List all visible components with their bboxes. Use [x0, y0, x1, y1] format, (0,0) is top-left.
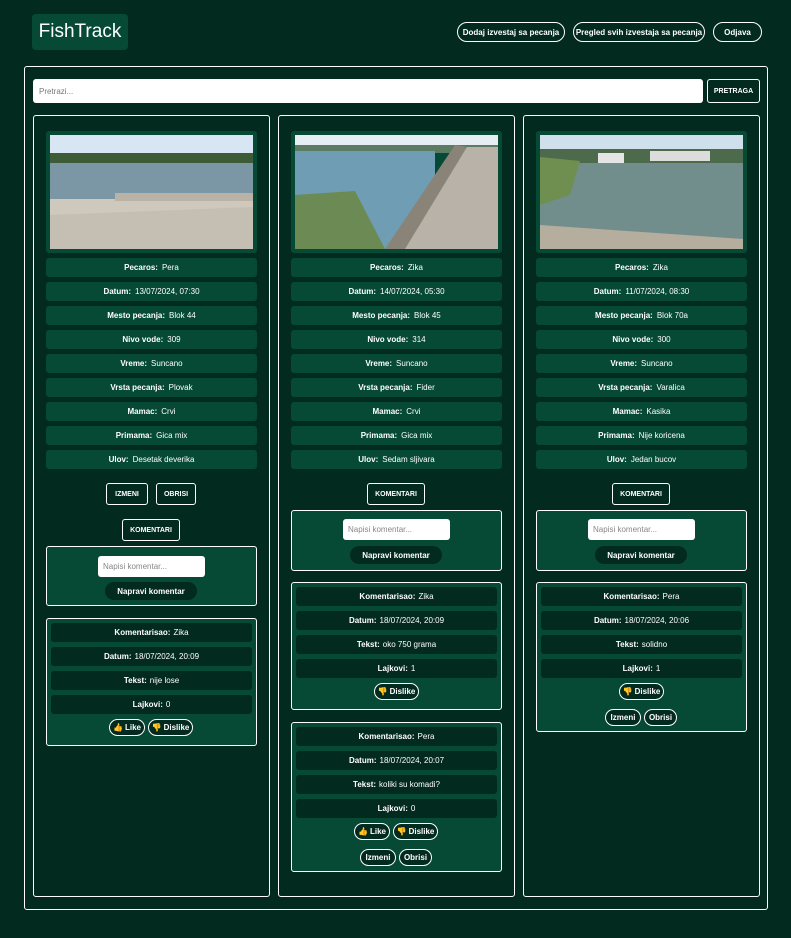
thumbs-down-icon: 👎	[377, 687, 388, 696]
edit-report-button[interactable]: IZMENI	[106, 483, 148, 505]
delete-report-button[interactable]: OBRISI	[156, 483, 196, 505]
comments-button[interactable]: KOMENTARI	[122, 519, 180, 541]
make-comment-button[interactable]: Napravi komentar	[595, 546, 687, 564]
comment-date: Datum: 18/07/2024, 20:07	[296, 751, 497, 770]
dislike-button[interactable]: 👎 Dislike	[393, 823, 438, 840]
comment-text: Tekst: koliki su komadi?	[296, 775, 497, 794]
field-date: Datum: 14/07/2024, 05:30	[291, 282, 502, 301]
field-catch: Ulov: Jedan bucov	[536, 450, 747, 469]
edit-comment-button[interactable]: Izmeni	[605, 709, 641, 726]
field-catch: Ulov: Desetak deverika	[46, 450, 257, 469]
like-button[interactable]: 👍 Like	[109, 719, 145, 736]
field-water-level: Nivo vode: 300	[536, 330, 747, 349]
field-groundbait: Primama: Nije koricena	[536, 426, 747, 445]
field-water-level: Nivo vode: 314	[291, 330, 502, 349]
field-place: Mesto pecanja: Blok 70a	[536, 306, 747, 325]
comments-button[interactable]: KOMENTARI	[367, 483, 425, 505]
field-water-level: Nivo vode: 309	[46, 330, 257, 349]
comment-text: Tekst: oko 750 grama	[296, 635, 497, 654]
field-place: Mesto pecanja: Blok 45	[291, 306, 502, 325]
field-bait: Mamac: Kasika	[536, 402, 747, 421]
comment-likes: Lajkovi: 0	[296, 799, 497, 818]
field-fishing-type: Vrsta pecanja: Plovak	[46, 378, 257, 397]
comment-input[interactable]: Napisi komentar...	[343, 519, 450, 540]
field-catch: Ulov: Sedam sljivara	[291, 450, 502, 469]
field-fishing-type: Vrsta pecanja: Fider	[291, 378, 502, 397]
all-reports-button[interactable]: Pregled svih izvestaja sa pecanja	[573, 22, 705, 42]
report-photo	[536, 131, 747, 253]
logout-button[interactable]: Odjava	[713, 22, 762, 42]
app-logo[interactable]: FishTrack	[32, 14, 128, 50]
like-button[interactable]: 👍 Like	[354, 823, 390, 840]
field-weather: Vreme: Suncano	[46, 354, 257, 373]
delete-comment-button[interactable]: Obrisi	[399, 849, 432, 866]
thumbs-down-icon: 👎	[622, 687, 633, 696]
field-bait: Mamac: Crvi	[291, 402, 502, 421]
field-angler: Pecaros: Zika	[291, 258, 502, 277]
delete-comment-button[interactable]: Obrisi	[644, 709, 677, 726]
field-groundbait: Primama: Gica mix	[291, 426, 502, 445]
dislike-button[interactable]: 👎 Dislike	[619, 683, 664, 700]
field-date: Datum: 11/07/2024, 08:30	[536, 282, 747, 301]
field-fishing-type: Vrsta pecanja: Varalica	[536, 378, 747, 397]
add-report-button[interactable]: Dodaj izvestaj sa pecanja	[457, 22, 565, 42]
field-angler: Pecaros: Zika	[536, 258, 747, 277]
field-angler: Pecaros: Pera	[46, 258, 257, 277]
thumbs-down-icon: 👎	[396, 827, 407, 836]
comment-date: Datum: 18/07/2024, 20:06	[541, 611, 742, 630]
search-input[interactable]: Pretrazi...	[33, 79, 703, 103]
field-weather: Vreme: Suncano	[291, 354, 502, 373]
thumbs-down-icon: 👎	[151, 723, 162, 732]
thumbs-up-icon: 👍	[113, 723, 123, 732]
comment-date: Datum: 18/07/2024, 20:09	[51, 647, 252, 666]
comment-date: Datum: 18/07/2024, 20:09	[296, 611, 497, 630]
comment-author: Komentarisao: Zika	[51, 623, 252, 642]
comments-button[interactable]: KOMENTARI	[612, 483, 670, 505]
comment-input[interactable]: Napisi komentar...	[98, 556, 205, 577]
comment-text: Tekst: nije lose	[51, 671, 252, 690]
comment-author: Komentarisao: Pera	[541, 587, 742, 606]
thumbs-up-icon: 👍	[358, 827, 368, 836]
field-groundbait: Primama: Gica mix	[46, 426, 257, 445]
dislike-button[interactable]: 👎 Dislike	[148, 719, 193, 736]
dislike-button[interactable]: 👎 Dislike	[374, 683, 419, 700]
field-date: Datum: 13/07/2024, 07:30	[46, 282, 257, 301]
report-photo	[46, 131, 257, 253]
comment-likes: Lajkovi: 1	[541, 659, 742, 678]
comment-input[interactable]: Napisi komentar...	[588, 519, 695, 540]
field-place: Mesto pecanja: Blok 44	[46, 306, 257, 325]
field-weather: Vreme: Suncano	[536, 354, 747, 373]
comment-likes: Lajkovi: 1	[296, 659, 497, 678]
field-bait: Mamac: Crvi	[46, 402, 257, 421]
comment-likes: Lajkovi: 0	[51, 695, 252, 714]
make-comment-button[interactable]: Napravi komentar	[350, 546, 442, 564]
comment-author: Komentarisao: Pera	[296, 727, 497, 746]
comment-text: Tekst: solidno	[541, 635, 742, 654]
edit-comment-button[interactable]: Izmeni	[360, 849, 396, 866]
make-comment-button[interactable]: Napravi komentar	[105, 582, 197, 600]
comment-author: Komentarisao: Zika	[296, 587, 497, 606]
report-photo	[291, 131, 502, 253]
search-button[interactable]: PRETRAGA	[707, 79, 760, 103]
